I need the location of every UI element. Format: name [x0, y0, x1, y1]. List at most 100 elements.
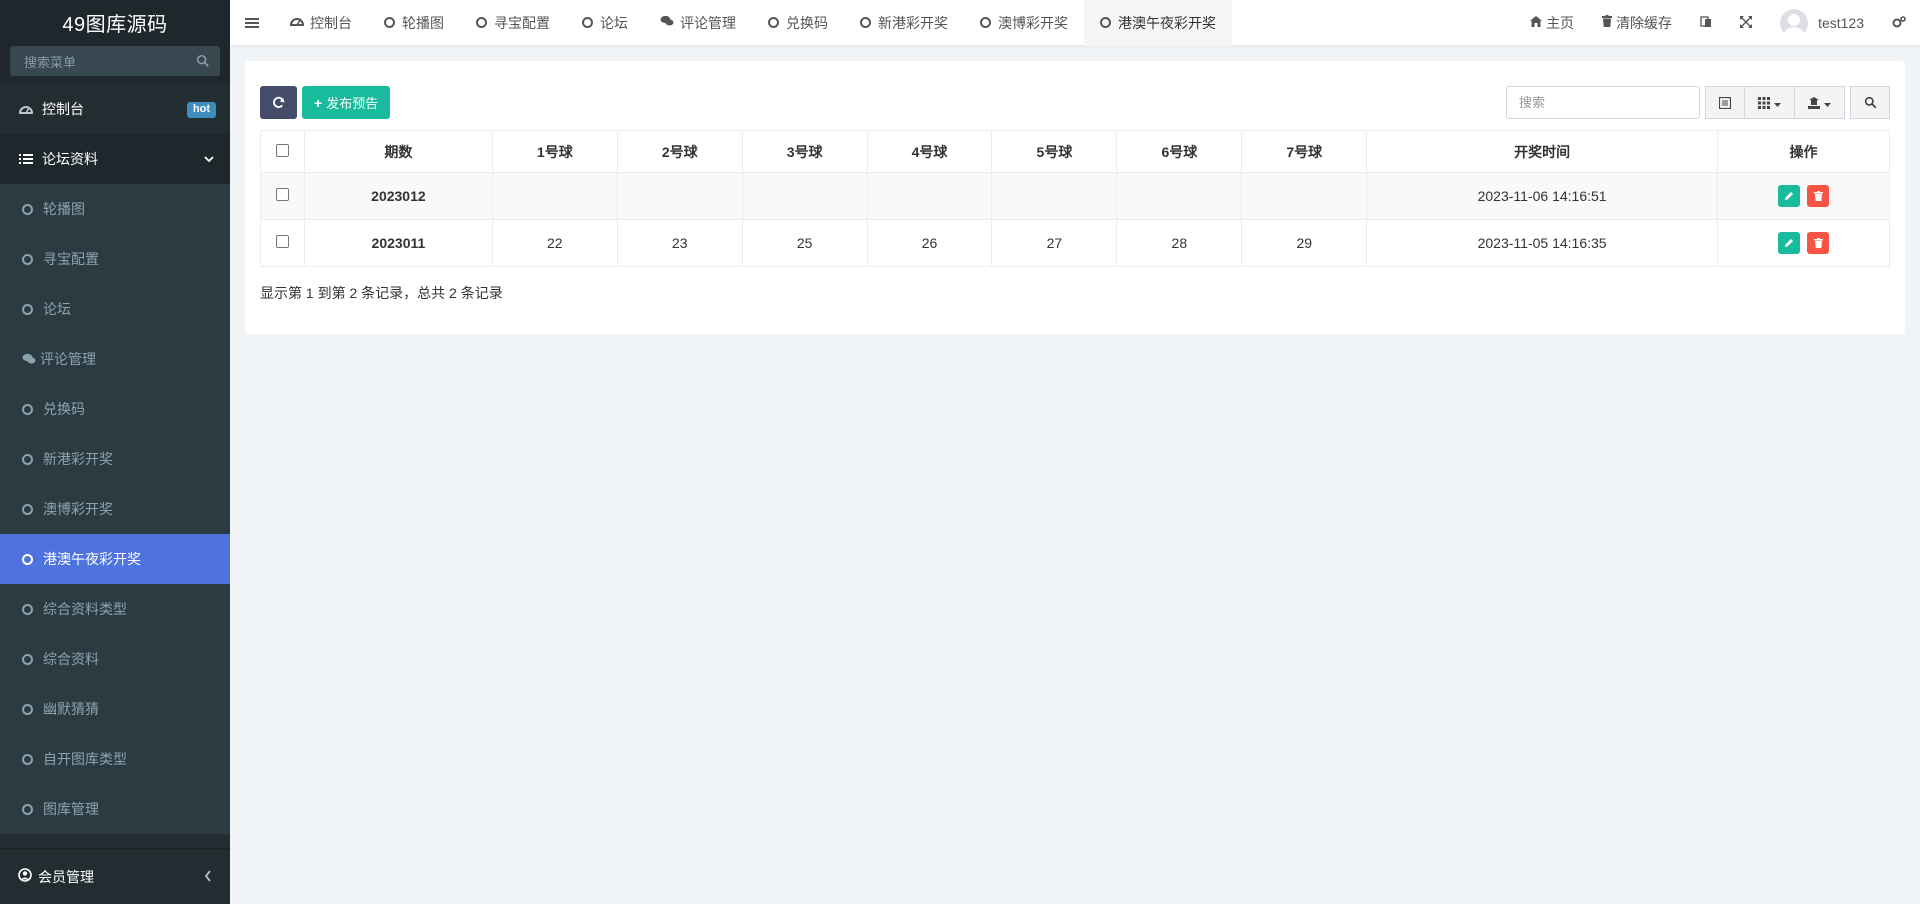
sidebar-item-treasure-config[interactable]: 寻宝配置 — [0, 234, 230, 284]
publish-forecast-button[interactable]: + 发布预告 — [302, 86, 391, 119]
column-header[interactable]: 期数 — [303, 130, 493, 173]
row-checkbox[interactable] — [275, 235, 289, 248]
sidebar-item-xingang-draw[interactable]: 新港彩开奖 — [0, 434, 230, 484]
sidebar-item-forum[interactable]: 论坛 — [0, 284, 230, 334]
edit-button[interactable] — [1777, 185, 1800, 207]
sidebar: 49图库源码 搜索菜单 控制台 hot 论坛资料 轮播图 寻宝配置 论坛 评论管… — [0, 0, 230, 904]
circle-icon — [22, 653, 33, 665]
settings-button[interactable] — [1878, 0, 1920, 46]
sidebar-toggle-button[interactable] — [230, 0, 274, 46]
sidebar-item-general-data-type[interactable]: 综合资料类型 — [0, 584, 230, 634]
search-icon — [1864, 96, 1876, 109]
clear-cache-button[interactable]: 清除缓存 — [1588, 0, 1686, 46]
table-row[interactable]: 2023011 22 23 25 26 27 28 29 2023-11-05 … — [260, 219, 1891, 267]
tab-dashboard[interactable]: 控制台 — [274, 0, 368, 46]
language-button[interactable] — [1686, 0, 1726, 46]
sidebar-item-carousel[interactable]: 轮播图 — [0, 184, 230, 234]
ball-cell — [1116, 172, 1243, 220]
tab-forum[interactable]: 论坛 — [566, 0, 644, 46]
sidebar-search-wrap: 搜索菜单 — [0, 44, 230, 84]
comments-icon — [660, 15, 674, 30]
tab-label: 论坛 — [600, 14, 628, 31]
sidebar-search-input[interactable]: 搜索菜单 — [10, 46, 220, 76]
tab-gangao-midnight-draw[interactable]: 港澳午夜彩开奖 — [1084, 0, 1232, 46]
sidebar-item-humor-guess[interactable]: 幽默猜猜 — [0, 684, 230, 734]
pencil-icon — [1784, 192, 1793, 200]
dashboard-icon — [18, 101, 34, 117]
home-link[interactable]: 主页 — [1516, 0, 1588, 46]
sidebar-item-gallery-manage[interactable]: 图库管理 — [0, 784, 230, 834]
clear-cache-label: 清除缓存 — [1616, 14, 1673, 31]
sidebar-item-label: 论坛 — [43, 301, 71, 317]
table-search-input[interactable] — [1506, 86, 1700, 119]
tab-comments[interactable]: 评论管理 — [644, 0, 752, 46]
edit-button[interactable] — [1777, 232, 1800, 254]
sidebar-item-gangao-midnight-draw[interactable]: 港澳午夜彩开奖 — [0, 534, 230, 584]
sidebar-item-aobo-draw[interactable]: 澳博彩开奖 — [0, 484, 230, 534]
top-navbar: 控制台 轮播图 寻宝配置 论坛 评论管理 兑换码 新港彩开奖 澳博彩开奖 港澳午… — [230, 0, 1920, 46]
toggle-view-button[interactable] — [1705, 86, 1745, 119]
table-row[interactable]: 2023012 2023-11-06 14:16:51 — [260, 172, 1891, 220]
sidebar-item-gallery-type[interactable]: 自开图库类型 — [0, 734, 230, 784]
tab-label: 轮播图 — [402, 14, 444, 31]
export-dropdown-button[interactable] — [1795, 86, 1845, 119]
delete-button[interactable] — [1807, 185, 1830, 207]
column-header[interactable]: 5号球 — [991, 130, 1118, 173]
sidebar-item-dashboard[interactable]: 控制台 hot — [0, 84, 230, 134]
sidebar-item-redeem-code[interactable]: 兑换码 — [0, 384, 230, 434]
tab-xingang-draw[interactable]: 新港彩开奖 — [844, 0, 964, 46]
refresh-icon — [273, 96, 285, 108]
column-header[interactable]: 2号球 — [616, 130, 743, 173]
user-menu[interactable]: test123 — [1766, 0, 1878, 46]
circle-icon — [476, 17, 487, 28]
column-header[interactable]: 6号球 — [1116, 130, 1243, 173]
search-icon[interactable] — [196, 54, 210, 68]
publish-forecast-label: 发布预告 — [326, 96, 379, 111]
column-header[interactable]: 开奖时间 — [1366, 130, 1718, 173]
sidebar-item-comments[interactable]: 评论管理 — [0, 334, 230, 384]
circle-icon — [860, 17, 871, 28]
sidebar-group-forum-data[interactable]: 论坛资料 — [0, 134, 230, 184]
ball-cell: 26 — [866, 219, 993, 267]
gears-icon — [1892, 15, 1906, 31]
column-header[interactable]: 1号球 — [491, 130, 618, 173]
sidebar-item-label: 新港彩开奖 — [43, 451, 113, 467]
circle-icon — [22, 403, 33, 415]
refresh-button[interactable] — [260, 86, 297, 119]
chevron-down-icon — [204, 152, 214, 166]
columns-dropdown-button[interactable] — [1745, 86, 1795, 119]
sidebar-item-general-data[interactable]: 综合资料 — [0, 634, 230, 684]
select-all-checkbox[interactable] — [275, 143, 289, 157]
column-header[interactable]: 4号球 — [866, 130, 993, 173]
tab-redeem-code[interactable]: 兑换码 — [752, 0, 844, 46]
fullscreen-button[interactable] — [1726, 0, 1766, 46]
ball-cell — [491, 172, 618, 220]
tab-carousel[interactable]: 轮播图 — [368, 0, 460, 46]
delete-button[interactable] — [1807, 232, 1830, 254]
column-header[interactable]: 7号球 — [1241, 130, 1368, 173]
app-logo[interactable]: 49图库源码 — [0, 0, 230, 44]
caret-down-icon — [1824, 96, 1831, 110]
circle-icon — [22, 303, 33, 315]
circle-icon — [980, 17, 991, 28]
column-header[interactable]: 3号球 — [741, 130, 868, 173]
actions-cell — [1716, 219, 1891, 267]
tab-label: 兑换码 — [786, 14, 828, 31]
sidebar-item-member-manage[interactable]: 会员管理 — [0, 848, 230, 904]
pagination-summary: 显示第 1 到第 2 条记录，总共 2 条记录 — [260, 285, 503, 301]
ball-cell: 28 — [1116, 219, 1243, 267]
draw-time-cell: 2023-11-06 14:16:51 — [1366, 172, 1718, 220]
ball-cell: 27 — [991, 219, 1118, 267]
export-icon — [1808, 96, 1820, 109]
tab-label: 控制台 — [310, 14, 352, 31]
tab-treasure-config[interactable]: 寻宝配置 — [460, 0, 566, 46]
circle-icon — [22, 453, 33, 465]
tab-aobo-draw[interactable]: 澳博彩开奖 — [964, 0, 1084, 46]
plus-icon: + — [314, 94, 323, 111]
content-panel: + 发布预告 期数 — [245, 61, 1905, 334]
list-alt-icon — [1719, 96, 1731, 109]
advanced-search-button[interactable] — [1850, 86, 1890, 119]
row-checkbox[interactable] — [275, 188, 289, 201]
ball-cell: 29 — [1241, 219, 1368, 267]
issue-cell: 2023012 — [303, 172, 493, 220]
